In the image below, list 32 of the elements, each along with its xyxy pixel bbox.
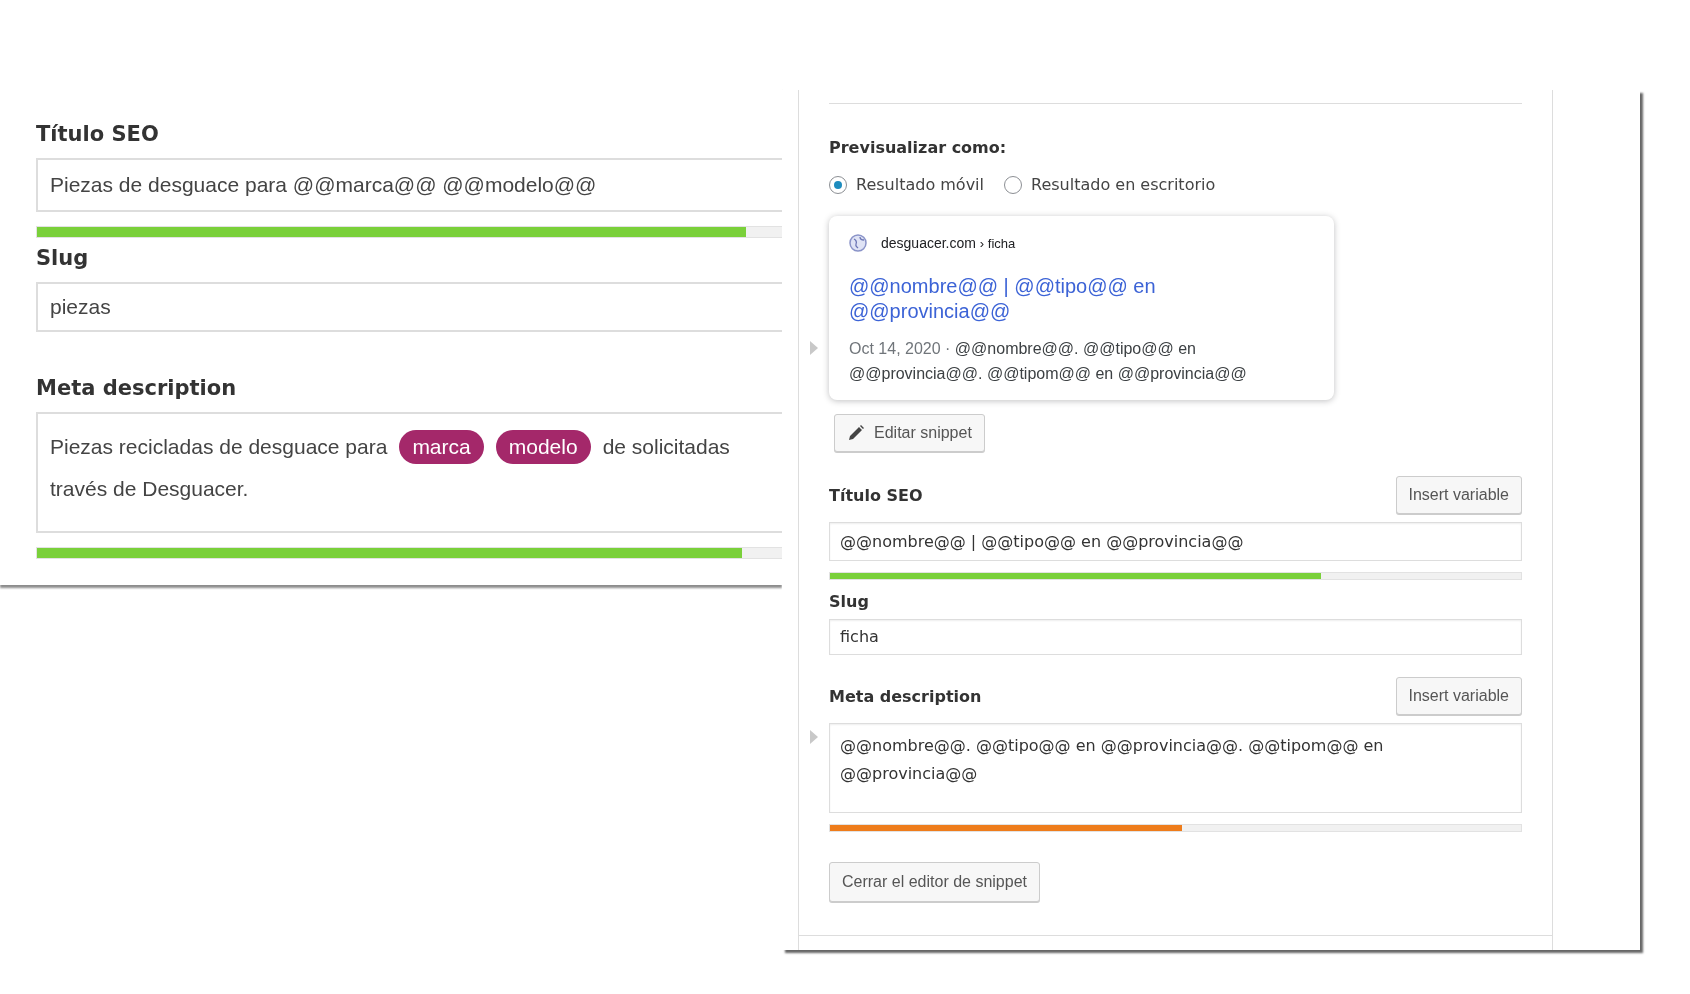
preview-radio[interactable]: Resultado móvil	[829, 175, 984, 194]
field-label: Título SEO	[829, 485, 923, 505]
text-area[interactable]: @@nombre@@. @@tipo@@ en @@provincia@@. @@tipom@@ en @@provincia@@	[829, 723, 1522, 813]
edit-snippet-button[interactable]: Editar snippet	[834, 414, 985, 452]
snippet-title[interactable]: @@nombre@@ | @@tipo@@ en @@provincia@@	[849, 274, 1159, 324]
radio-icon[interactable]	[829, 175, 847, 194]
variable-tag: modelo	[495, 430, 591, 464]
snippet-description: Oct 14, 2020 · @@nombre@@. @@tipo@@ en @@provincia@@. @@tipom@@ en @@provincia@@	[849, 339, 1248, 384]
input-field[interactable]: @@nombre@@ | @@tipo@@ en @@provincia@@	[829, 522, 1522, 561]
field-label: Slug	[829, 592, 870, 611]
field-label: Meta description	[829, 686, 982, 706]
field-label: Meta description	[36, 376, 238, 400]
close-editor-button[interactable]: Cerrar el editor de snippet	[829, 862, 1040, 902]
preview-label: Previsualizar como:	[829, 138, 1008, 157]
snippet-url: desguacer.com › ficha	[881, 235, 1016, 251]
input-field[interactable]: Piezas de desguace para @@marca@@ @@modelo@@	[36, 158, 782, 212]
pencil-icon	[847, 424, 865, 442]
description-text: Piezas recicladas de desguace para	[50, 435, 388, 459]
variable-tag: marca	[399, 430, 484, 464]
caret-icon	[809, 340, 819, 356]
insert-variable-button[interactable]: Insert variable	[1395, 476, 1522, 514]
field-label: Slug	[36, 246, 90, 270]
preview-radio[interactable]: Resultado en escritorio	[1004, 175, 1216, 194]
description-text: través de Desguacer.	[50, 477, 249, 501]
radio-icon[interactable]	[1004, 175, 1022, 194]
input-field[interactable]: piezas	[36, 282, 782, 332]
globe-icon	[849, 234, 867, 252]
description-text: de solicitadas	[602, 435, 730, 459]
insert-variable-button[interactable]: Insert variable	[1395, 677, 1522, 715]
field-label: Título SEO	[36, 122, 160, 146]
caret-icon	[809, 729, 819, 745]
input-field[interactable]: ficha	[829, 619, 1522, 655]
